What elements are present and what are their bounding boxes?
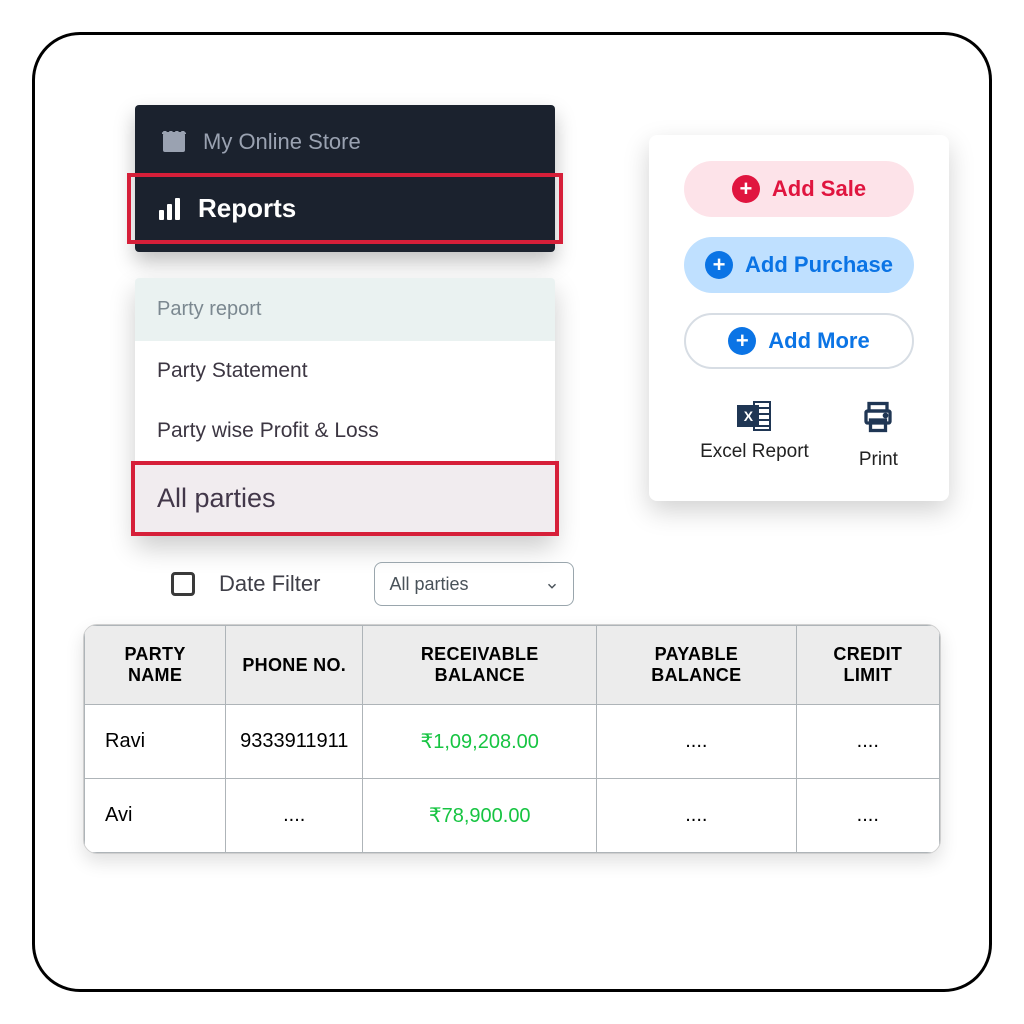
add-purchase-label: Add Purchase: [745, 252, 893, 278]
date-filter-label: Date Filter: [219, 571, 320, 597]
submenu-item-profit-loss[interactable]: Party wise Profit & Loss: [135, 401, 555, 461]
print-icon: [860, 399, 896, 441]
date-filter-checkbox[interactable]: [171, 572, 195, 596]
left-column: My Online Store Reports Party report Par…: [75, 75, 609, 532]
add-sale-button[interactable]: + Add Sale: [684, 161, 914, 217]
cell-phone: ....: [226, 779, 363, 853]
plus-icon: +: [732, 175, 760, 203]
plus-icon: +: [728, 327, 756, 355]
table-row[interactable]: Avi .... ₹78,900.00 .... ....: [85, 779, 940, 853]
header-receivable: RECEIVABLE BALANCE: [363, 626, 597, 705]
add-purchase-button[interactable]: + Add Purchase: [684, 237, 914, 293]
sidebar-item-store[interactable]: My Online Store: [135, 115, 555, 169]
header-phone: PHONE NO.: [226, 626, 363, 705]
sidebar-store-label: My Online Store: [203, 129, 361, 155]
cell-phone: 9333911911: [226, 705, 363, 779]
dropdown-value: All parties: [389, 574, 468, 595]
right-column: + Add Sale + Add Purchase + Add More X: [649, 75, 949, 501]
header-credit: CREDIT LIMIT: [796, 626, 939, 705]
export-row: X Excel Report Pr: [700, 399, 898, 471]
cell-receivable: ₹78,900.00: [363, 779, 597, 853]
action-panel: + Add Sale + Add Purchase + Add More X: [649, 135, 949, 501]
cell-credit: ....: [796, 779, 939, 853]
bar-chart-icon: [159, 198, 180, 220]
cell-party-name: Avi: [85, 779, 226, 853]
chevron-down-icon: [545, 577, 559, 591]
cell-receivable: ₹1,09,208.00: [363, 705, 597, 779]
cell-payable: ....: [597, 779, 797, 853]
filter-row: Date Filter All parties: [171, 562, 949, 606]
add-sale-label: Add Sale: [772, 176, 866, 202]
submenu-item-all-parties[interactable]: All parties: [131, 461, 559, 536]
print-button[interactable]: Print: [859, 399, 898, 471]
excel-report-button[interactable]: X Excel Report: [700, 399, 809, 471]
plus-icon: +: [705, 251, 733, 279]
excel-icon: X: [737, 399, 771, 433]
cell-credit: ....: [796, 705, 939, 779]
table-header-row: PARTY NAME PHONE NO. RECEIVABLE BALANCE …: [85, 626, 940, 705]
submenu-label: All parties: [157, 483, 276, 513]
report-submenu: Party report Party Statement Party wise …: [135, 278, 555, 536]
table-row[interactable]: Ravi 9333911911 ₹1,09,208.00 .... ....: [85, 705, 940, 779]
submenu-item-party-statement[interactable]: Party Statement: [135, 341, 555, 401]
cell-payable: ....: [597, 705, 797, 779]
add-more-button[interactable]: + Add More: [684, 313, 914, 369]
header-payable: PAYABLE BALANCE: [597, 626, 797, 705]
print-label: Print: [859, 449, 898, 471]
add-more-label: Add More: [768, 328, 869, 354]
submenu-header: Party report: [135, 278, 555, 341]
sidebar: My Online Store Reports: [135, 105, 555, 252]
cell-party-name: Ravi: [85, 705, 226, 779]
submenu-label: Party Statement: [157, 359, 308, 382]
party-filter-dropdown[interactable]: All parties: [374, 562, 574, 606]
excel-label: Excel Report: [700, 441, 809, 463]
top-row: My Online Store Reports Party report Par…: [75, 75, 949, 532]
parties-table: PARTY NAME PHONE NO. RECEIVABLE BALANCE …: [83, 624, 941, 854]
header-party: PARTY NAME: [85, 626, 226, 705]
sidebar-reports-label: Reports: [198, 193, 296, 224]
store-icon: [163, 132, 185, 152]
submenu-label: Party wise Profit & Loss: [157, 419, 379, 442]
app-frame: My Online Store Reports Party report Par…: [32, 32, 992, 992]
sidebar-item-reports[interactable]: Reports: [127, 173, 563, 244]
